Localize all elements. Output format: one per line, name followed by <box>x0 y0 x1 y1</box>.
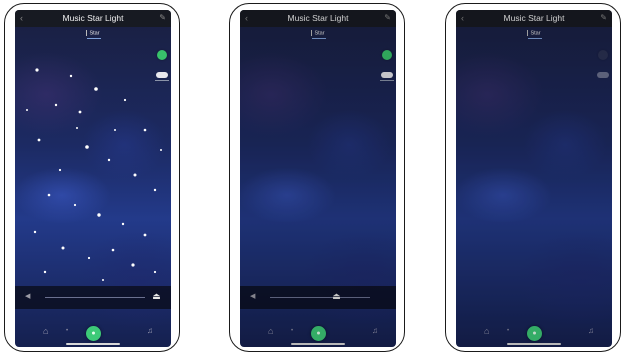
star <box>58 168 62 172</box>
star <box>102 279 104 281</box>
edit-icon[interactable]: ✎ <box>159 13 166 23</box>
cloud-caption <box>155 80 169 81</box>
star <box>26 109 28 111</box>
tab-underline <box>312 38 326 39</box>
nav-center-button[interactable]: ● <box>86 326 101 341</box>
top-bar: ‹ Music Star Light ✎ <box>456 10 612 27</box>
phone-frame-2: ‹ Music Star Light ✎ Star ◀ ⏏ ⌂ • ● ♫ <box>229 3 405 352</box>
top-bar: ‹ Music Star Light ✎ <box>240 10 396 27</box>
bottom-nav: ⌂ • ● ♫ <box>456 307 612 347</box>
star <box>37 138 41 142</box>
star <box>133 173 137 177</box>
home-indicator[interactable] <box>66 343 120 345</box>
nav-center-icon: ● <box>532 330 537 337</box>
cloud-caption <box>380 80 394 81</box>
page-title: Music Star Light <box>287 13 349 23</box>
star <box>73 203 77 207</box>
nav-dot-icon[interactable]: • <box>66 328 68 334</box>
star <box>85 145 89 149</box>
tab-star[interactable]: Star <box>456 30 612 37</box>
phone-frame-3: ‹ Music Star Light ✎ Star ⌂ • ● ♫ <box>445 3 621 352</box>
nav-home-icon[interactable]: ⌂ <box>43 326 48 336</box>
star <box>47 193 51 197</box>
tab-star[interactable]: Star <box>15 30 171 37</box>
bottom-nav: ⌂ • ● ♫ <box>240 307 396 347</box>
page-title: Music Star Light <box>62 13 124 23</box>
star <box>35 68 39 72</box>
tab-star[interactable]: Star <box>240 30 396 37</box>
tab-marker <box>527 30 529 36</box>
nav-center-icon: ● <box>91 330 96 337</box>
star <box>54 103 58 107</box>
nav-home-icon[interactable]: ⌂ <box>268 326 273 336</box>
star <box>143 233 147 237</box>
volume-slider-bar: ◀ ⏏ <box>15 286 171 309</box>
tab-star-label: Star <box>314 30 325 37</box>
nav-center-icon: ● <box>316 330 321 337</box>
nav-music-icon[interactable]: ♫ <box>147 326 153 335</box>
nav-dot-icon[interactable]: • <box>291 328 293 334</box>
star <box>76 127 78 129</box>
star <box>114 129 116 131</box>
power-toggle-button[interactable] <box>382 50 392 60</box>
star <box>121 222 125 226</box>
nav-center-button[interactable]: ● <box>527 326 542 341</box>
nav-music-icon[interactable]: ♫ <box>588 326 594 335</box>
tab-star-label: Star <box>530 30 541 37</box>
star <box>97 213 101 217</box>
tab-star-label: Star <box>89 30 100 37</box>
nav-home-icon[interactable]: ⌂ <box>484 326 489 336</box>
star <box>78 110 82 114</box>
nav-dot-icon[interactable]: • <box>507 328 509 334</box>
nav-center-button[interactable]: ● <box>311 326 326 341</box>
home-indicator[interactable] <box>507 343 561 345</box>
volume-slider-bar: ◀ ⏏ <box>240 286 396 309</box>
star <box>131 263 135 267</box>
slider-track[interactable] <box>270 297 370 298</box>
tab-underline <box>87 38 101 39</box>
cloud-icon[interactable] <box>381 72 393 78</box>
volume-icon: ◀ <box>25 293 31 300</box>
slider-thumb[interactable]: ⏏ <box>332 292 341 301</box>
edit-icon[interactable]: ✎ <box>384 13 391 23</box>
star <box>153 270 157 274</box>
app-screen-2: ‹ Music Star Light ✎ Star ◀ ⏏ ⌂ • ● ♫ <box>240 10 396 347</box>
phone-frame-1: ‹ Music Star Light ✎ Star ◀ ⏏ ⌂ • ● ♫ <box>4 3 180 352</box>
top-bar: ‹ Music Star Light ✎ <box>15 10 171 27</box>
app-screen-1: ‹ Music Star Light ✎ Star ◀ ⏏ ⌂ • ● ♫ <box>15 10 171 347</box>
tab-underline <box>528 38 542 39</box>
star <box>69 74 73 78</box>
star <box>111 248 115 252</box>
cloud-icon[interactable] <box>156 72 168 78</box>
star <box>94 87 98 91</box>
star <box>33 230 37 234</box>
cloud-icon[interactable] <box>597 72 609 78</box>
app-screen-3: ‹ Music Star Light ✎ Star ⌂ • ● ♫ <box>456 10 612 347</box>
edit-icon[interactable]: ✎ <box>600 13 607 23</box>
star <box>143 128 147 132</box>
bottom-nav: ⌂ • ● ♫ <box>15 307 171 347</box>
star <box>160 149 162 151</box>
tab-marker <box>311 30 313 36</box>
home-indicator[interactable] <box>291 343 345 345</box>
star <box>87 256 91 260</box>
nav-music-icon[interactable]: ♫ <box>372 326 378 335</box>
tab-marker <box>86 30 88 36</box>
volume-icon: ◀ <box>250 293 256 300</box>
star <box>153 188 157 192</box>
page-title: Music Star Light <box>503 13 565 23</box>
star <box>61 246 65 250</box>
star <box>123 98 127 102</box>
star <box>43 270 47 274</box>
star <box>107 158 111 162</box>
slider-track[interactable] <box>45 297 145 298</box>
power-toggle-button[interactable] <box>598 50 608 60</box>
slider-thumb[interactable]: ⏏ <box>152 292 161 301</box>
power-toggle-button[interactable] <box>157 50 167 60</box>
